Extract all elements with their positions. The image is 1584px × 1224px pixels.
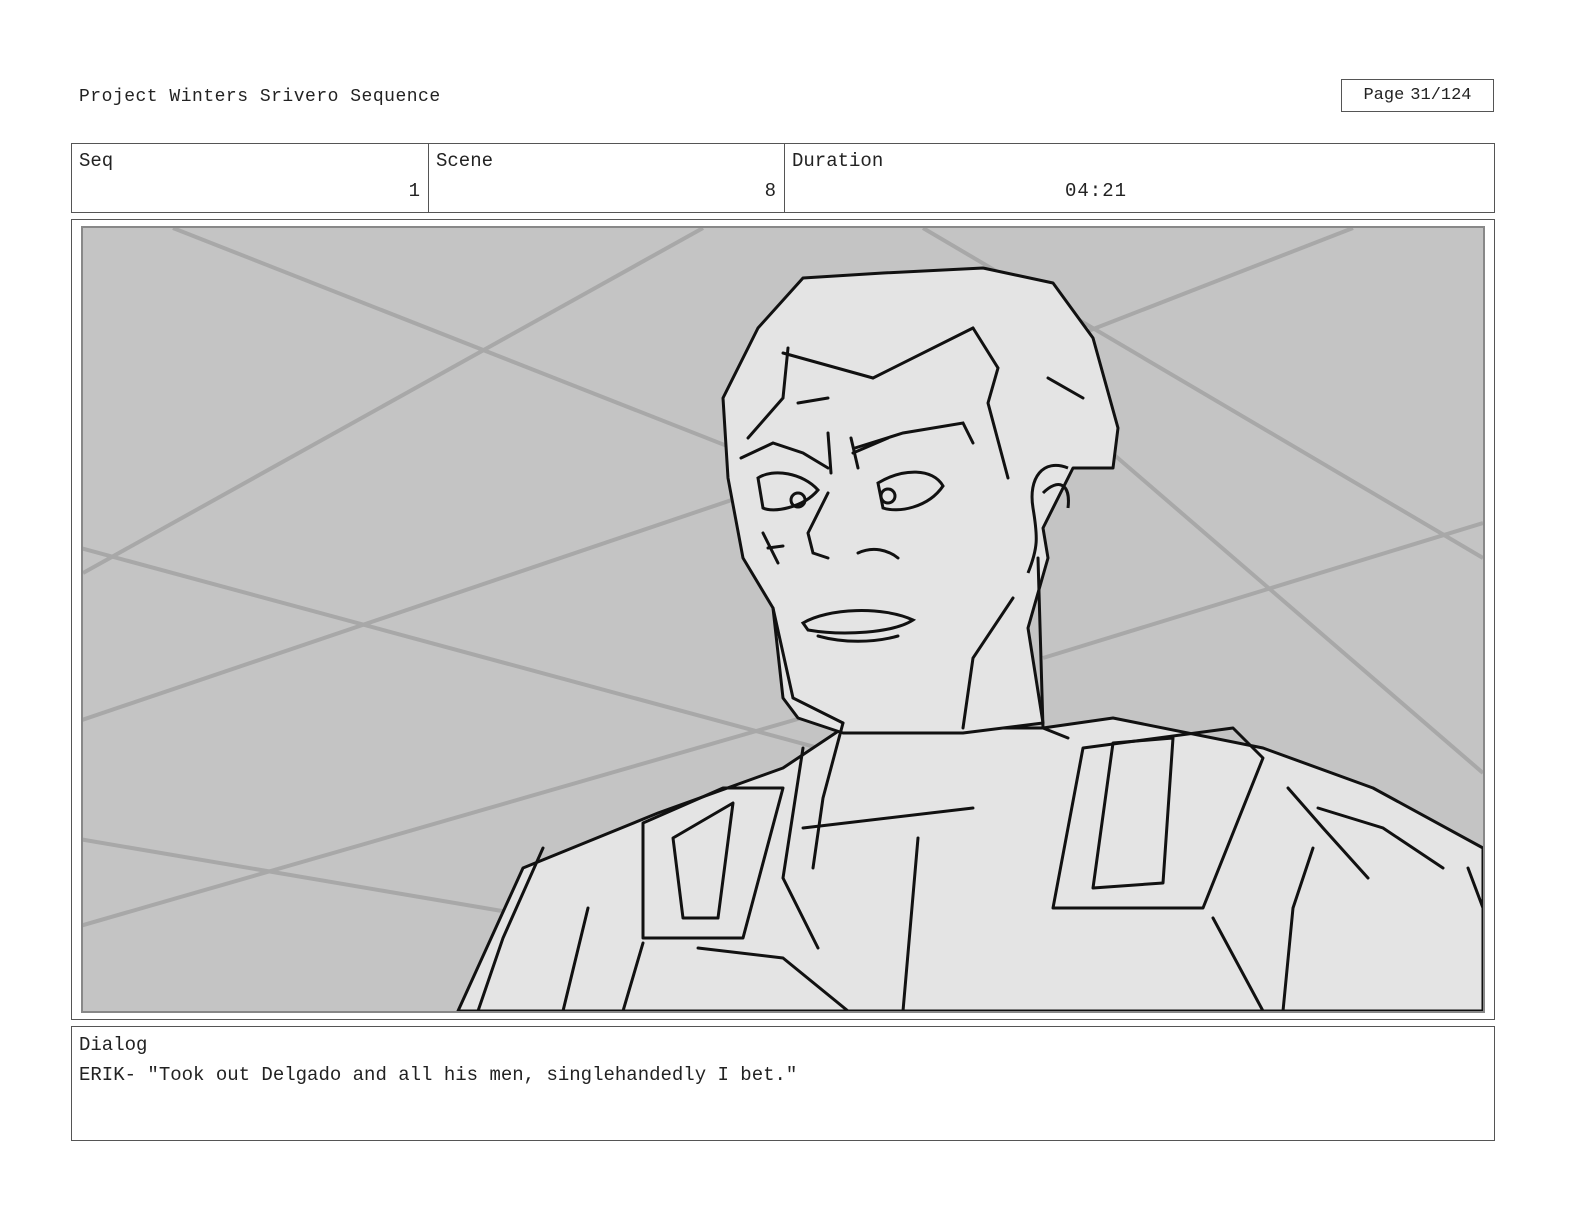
page-label: Page [1363,86,1405,105]
scene-label: Scene [436,150,494,172]
duration-value: 04:21 [1065,180,1128,202]
duration-cell: Duration 04:21 [785,144,1494,212]
seq-label: Seq [79,150,114,172]
page-number: 31/124 [1410,86,1472,105]
scene-value: 8 [764,180,776,202]
storyboard-panel [81,226,1485,1013]
character-torso [456,716,1483,1011]
character-head [721,266,1120,735]
storyboard-panel-frame [71,219,1495,1020]
dialog-text: ERIK- "Took out Delgado and all his men,… [79,1064,798,1086]
dialog-label: Dialog [79,1034,148,1056]
page-indicator: Page 31/124 [1341,79,1494,112]
seq-cell: Seq 1 [72,144,429,212]
dialog-box: Dialog ERIK- "Took out Delgado and all h… [71,1026,1495,1141]
scene-cell: Scene 8 [429,144,785,212]
project-title: Project Winters Srivero Sequence [79,87,441,107]
shot-info-row: Seq 1 Scene 8 Duration 04:21 [71,143,1495,213]
storyboard-sketch [83,228,1483,1011]
duration-label: Duration [792,150,884,172]
seq-value: 1 [408,180,420,202]
